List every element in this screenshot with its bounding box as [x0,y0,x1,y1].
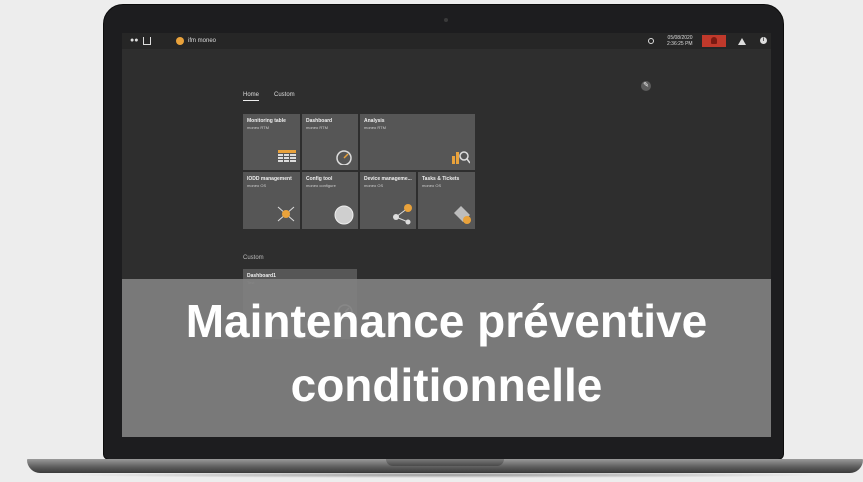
tile-config-tool[interactable]: Config tool moneo configure [302,172,358,229]
tile-subtitle: moneo OS [247,183,267,188]
section-custom-label: Custom [243,255,264,261]
gauge-icon [336,150,352,165]
network-node-icon [277,206,295,222]
tile-subtitle: moneo RTM [306,125,328,130]
datetime-display: 05/08/2020 2:36:25 PM [667,35,693,47]
tab-home[interactable]: Home [243,92,260,101]
caption-overlay: Maintenance préventive conditionnelle [122,279,771,437]
tile-subtitle: moneo OS [364,183,384,188]
organization-icon[interactable]: ●● [130,37,138,45]
config-badge-icon [334,205,354,225]
top-bar: ●● ifm moneo 05/08/2020 2:36:25 PM i [122,33,771,49]
tile-title: IODD management [247,176,292,182]
laptop-screen: ●● ifm moneo 05/08/2020 2:36:25 PM i ✎ H… [122,33,771,437]
camera-icon [444,18,448,22]
tab-custom[interactable]: Custom [274,92,295,98]
tile-title: Monitoring table [247,118,286,124]
table-grid-icon [278,150,296,162]
tile-subtitle: moneo RTM [247,125,269,130]
tile-iodd-management[interactable]: IODD management moneo OS [243,172,300,229]
tile-subtitle: moneo RTM [364,125,386,130]
tile-subtitle: moneo configure [306,183,336,188]
tile-dashboard[interactable]: Dashboard moneo RTM [302,114,358,170]
tile-tasks-tickets[interactable]: Tasks & Tickets moneo OS [418,172,475,229]
tile-device-management[interactable]: Device manageme... moneo OS [360,172,416,229]
device-network-icon [393,204,412,225]
caption-line-1: Maintenance préventive [185,295,708,347]
clock-icon[interactable] [648,38,654,44]
tile-analysis[interactable]: Analysis moneo RTM [360,114,475,170]
tile-title: Analysis [364,118,385,124]
analysis-chart-icon [452,151,470,164]
alarm-button[interactable] [702,35,726,47]
tile-title: Device manageme... [364,176,412,182]
laptop-shadow [60,472,830,478]
warning-icon[interactable] [738,38,746,45]
tile-title: Tasks & Tickets [422,176,460,182]
tasks-tag-icon [454,206,471,224]
edit-pencil-icon[interactable]: ✎ [641,81,651,91]
alarm-bell-icon [711,37,717,44]
tile-subtitle: moneo OS [422,183,442,188]
info-icon[interactable]: i [760,37,767,44]
home-icon[interactable] [143,37,151,45]
tile-monitoring-table[interactable]: Monitoring table moneo RTM [243,114,300,170]
user-name[interactable]: ifm moneo [188,33,216,49]
caption-line-2: conditionnelle [290,359,603,411]
user-icon[interactable] [176,37,184,45]
tile-title: Config tool [306,176,333,182]
laptop-notch [386,459,504,466]
time-text: 2:36:25 PM [667,41,693,47]
tile-title: Dashboard [306,118,333,124]
